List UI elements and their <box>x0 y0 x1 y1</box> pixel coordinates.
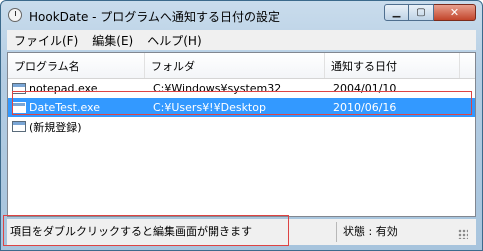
row-date: 2004/01/10 <box>333 82 397 95</box>
window-title: HookDate - プログラムへ通知する日付の設定 <box>29 10 280 24</box>
status-hint: 項目をダブルクリックすると編集画面が開きます <box>10 225 252 238</box>
row-folder: C:¥Users¥!¥Desktop <box>153 101 266 114</box>
status-bar: 項目をダブルクリックすると編集画面が開きます 状態 : 有効 <box>7 219 476 245</box>
application-icon <box>12 83 26 94</box>
status-divider <box>336 222 337 242</box>
app-window: HookDate - プログラムへ通知する日付の設定 ▁ ▢ ✕ ファイル(F)… <box>0 0 483 251</box>
column-header-filler <box>460 53 475 78</box>
clock-icon <box>8 8 22 22</box>
application-icon <box>12 102 26 113</box>
row-date: 2010/06/16 <box>333 101 397 114</box>
program-list[interactable]: プログラム名 フォルダ 通知する日付 notepad.exe C:¥Window… <box>7 52 476 217</box>
menu-help[interactable]: ヘルプ(H) <box>140 32 208 49</box>
minimize-button[interactable]: ▁ <box>384 4 409 21</box>
list-row-notepad[interactable]: notepad.exe C:¥Windows¥system32 2004/01/… <box>8 79 475 98</box>
list-header: プログラム名 フォルダ 通知する日付 <box>8 53 475 79</box>
close-button[interactable]: ✕ <box>434 4 476 21</box>
row-program-name: (新規登録) <box>29 120 82 134</box>
title-bar[interactable]: HookDate - プログラムへ通知する日付の設定 ▁ ▢ ✕ <box>1 1 482 29</box>
list-rows: notepad.exe C:¥Windows¥system32 2004/01/… <box>8 79 475 136</box>
menu-file[interactable]: ファイル(F) <box>7 32 85 49</box>
list-row-datetest[interactable]: DateTest.exe C:¥Users¥!¥Desktop 2010/06/… <box>8 98 475 117</box>
row-folder: C:¥Windows¥system32 <box>153 82 282 95</box>
row-program-name: DateTest.exe <box>29 101 100 114</box>
menu-bar: ファイル(F) 編集(E) ヘルプ(H) <box>7 30 476 50</box>
list-row-new-entry[interactable]: (新規登録) <box>8 117 475 136</box>
row-program-name: notepad.exe <box>29 82 98 95</box>
status-state: 状態 : 有効 <box>343 225 398 238</box>
resize-grip[interactable] <box>458 229 468 239</box>
menu-edit[interactable]: 編集(E) <box>85 32 140 49</box>
application-icon <box>12 121 26 132</box>
column-header-program[interactable]: プログラム名 <box>8 53 145 78</box>
maximize-button[interactable]: ▢ <box>409 4 434 21</box>
caption-buttons: ▁ ▢ ✕ <box>384 4 476 21</box>
column-header-date[interactable]: 通知する日付 <box>325 53 460 78</box>
column-header-folder[interactable]: フォルダ <box>145 53 325 78</box>
